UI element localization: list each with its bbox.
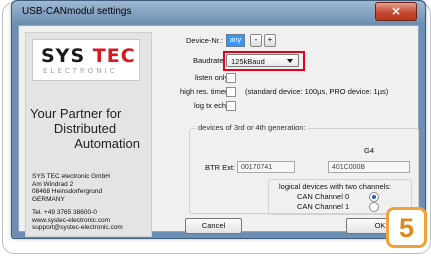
- address-line: Am Windrad 2: [32, 180, 74, 188]
- logical-devices-title: logical devices with two channels:: [279, 182, 392, 191]
- systec-logo: SYS TEC ELECTRONIC: [32, 39, 140, 81]
- title-bar[interactable]: USB-CANmodul settings ×: [12, 1, 425, 23]
- tagline-line1: Your Partner for: [30, 106, 122, 121]
- btr-ext-label: BTR Ext:: [205, 163, 236, 172]
- logo-subtitle: ELECTRONIC: [43, 67, 118, 75]
- settings-dialog: USB-CANmodul settings × SYS TEC ELECTRON…: [11, 0, 426, 239]
- tagline-line3: Automation: [74, 136, 140, 151]
- tagline: Your Partner for Distributed Automation: [30, 106, 140, 151]
- step-number-badge: 5: [386, 207, 427, 248]
- baudrate-value: 125kBaud: [231, 57, 265, 66]
- company-contact: Tel. +49 3765 38600-0 www.systec-electro…: [32, 209, 123, 232]
- device-nr-decrement-button[interactable]: -: [250, 34, 262, 47]
- cancel-button[interactable]: Cancel: [185, 218, 242, 234]
- baudrate-label: Baudrate:: [193, 56, 226, 65]
- contact-email: support@systec-electronic.com: [32, 224, 123, 231]
- address-line: GERMANY: [32, 195, 65, 203]
- contact-phone: Tel. +49 3765 38600-0: [32, 209, 97, 216]
- address-line: SYS TEC electronic GmbH: [32, 173, 110, 180]
- logo-brand-b: TEC: [92, 45, 136, 67]
- dropdown-arrow-icon: [287, 59, 293, 63]
- can-channel1-label: CAN Channel 1: [297, 202, 350, 211]
- generation-group: devices of 3rd or 4th generation: G4 BTR…: [189, 123, 419, 215]
- dialog-client-area: SYS TEC ELECTRONIC Your Partner for Dist…: [18, 25, 419, 237]
- tagline-line2: Distributed: [53, 121, 117, 136]
- high-res-timer-label: high res. timer:: [180, 87, 230, 96]
- can-channel0-radio[interactable]: [369, 192, 379, 202]
- can-channel0-label: CAN Channel 0: [297, 192, 350, 201]
- high-res-timer-checkbox[interactable]: [226, 87, 236, 97]
- can-channel1-radio[interactable]: [369, 202, 379, 212]
- g4-btr-field[interactable]: 401C000B: [328, 161, 410, 173]
- g4-column-header: G4: [364, 146, 375, 155]
- company-address: SYS TEC electronic GmbH Am Windrad 2 084…: [32, 173, 110, 203]
- baudrate-select[interactable]: 125kBaud: [226, 54, 299, 67]
- listen-only-checkbox[interactable]: [226, 73, 236, 83]
- high-res-timer-note: (standard device: 100µs, PRO device: 1µs…: [245, 87, 389, 96]
- device-nr-increment-button[interactable]: +: [264, 34, 276, 47]
- close-button[interactable]: ×: [375, 2, 417, 21]
- btr-ext-field[interactable]: 00170741: [237, 161, 295, 173]
- company-info-panel: SYS TEC ELECTRONIC Your Partner for Dist…: [25, 32, 152, 237]
- close-icon: ×: [390, 4, 402, 18]
- log-tx-echo-checkbox[interactable]: [226, 101, 236, 111]
- logo-wordmark: SYS TEC: [41, 45, 136, 67]
- contact-website: www.systec-electronic.com: [32, 216, 111, 224]
- device-nr-label: Device-Nr.:: [186, 36, 224, 45]
- address-line: 08468 Heinsdorfergrund: [32, 188, 103, 195]
- logo-brand-a: SYS: [41, 45, 86, 67]
- window-title: USB-CANmodul settings: [22, 6, 132, 17]
- generation-group-title: devices of 3rd or 4th generation:: [196, 123, 308, 132]
- device-nr-input[interactable]: any: [226, 34, 245, 47]
